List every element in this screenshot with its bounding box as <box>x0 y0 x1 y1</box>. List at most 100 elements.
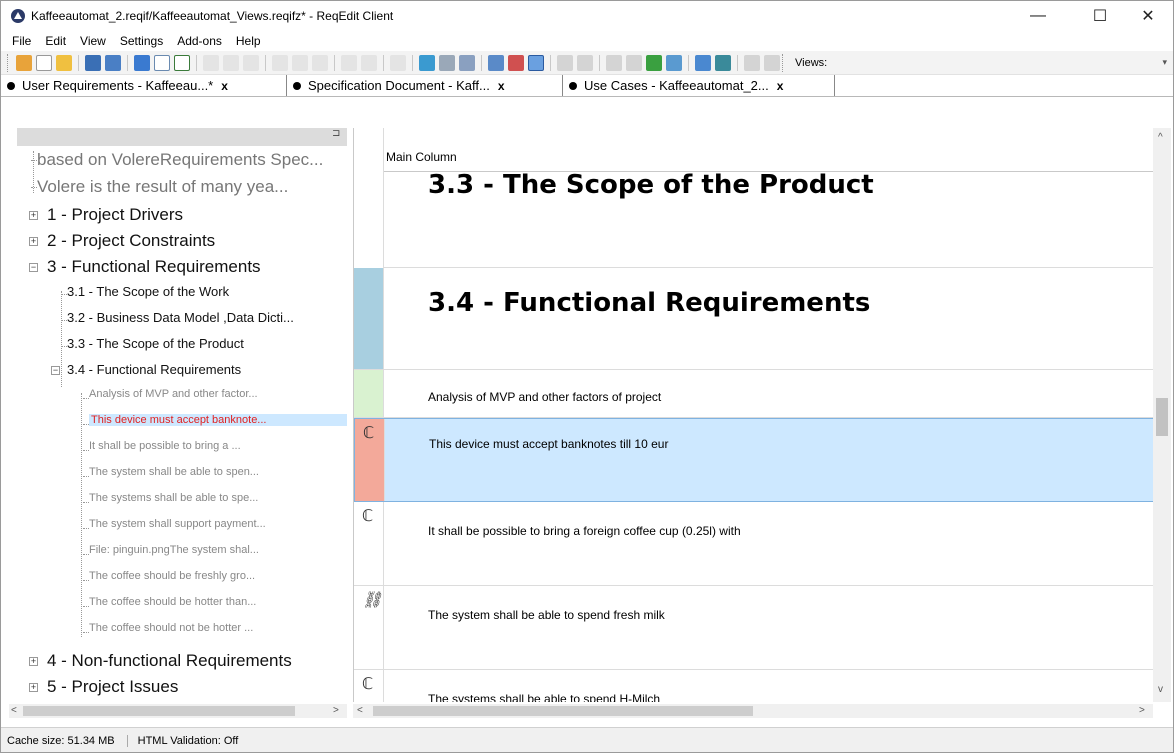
scroll-left-icon[interactable]: < <box>357 705 363 716</box>
italic-icon[interactable] <box>223 54 239 71</box>
layout-icon[interactable] <box>488 54 504 71</box>
tree-item[interactable]: Analysis of MVP and other factor... <box>89 388 258 400</box>
bullet-list-icon[interactable] <box>341 54 357 71</box>
tree-item[interactable]: It shall be possible to bring a ... <box>89 440 241 452</box>
export-icon[interactable] <box>626 54 642 71</box>
close-tab-icon[interactable]: x <box>221 79 228 93</box>
expand-icon[interactable]: + <box>29 211 38 220</box>
redo-arrow-icon[interactable] <box>646 54 662 71</box>
scroll-down-icon[interactable]: v <box>1158 684 1163 695</box>
expand-icon[interactable]: + <box>29 683 38 692</box>
tab-specification-document[interactable]: Specification Document - Kaff... x <box>287 75 563 96</box>
edit-pencil-icon[interactable] <box>134 54 150 71</box>
scroll-up-icon[interactable]: ^ <box>1158 132 1163 143</box>
pin-icon[interactable]: ⊐ <box>332 128 340 139</box>
requirement-row[interactable]: ⛓ The system shall be able to spend fresh… <box>354 586 1154 670</box>
tree-item[interactable]: 5 - Project Issues <box>47 677 178 697</box>
view-active-icon[interactable] <box>528 54 544 71</box>
close-window-button[interactable]: ✕ <box>1125 1 1171 31</box>
tree-item[interactable]: The system shall be able to spen... <box>89 466 259 478</box>
requirement-row[interactable]: ℂ The systems shall be able to spend H-Mi… <box>354 670 1154 702</box>
close-tab-icon[interactable]: x <box>498 79 505 93</box>
tree-item[interactable]: Volere is the result of many yea... <box>37 177 288 197</box>
tree-item[interactable]: 3 - Functional Requirements <box>47 257 261 277</box>
tree-item[interactable]: The coffee should be hotter than... <box>89 596 256 608</box>
filter-icon[interactable] <box>419 54 435 71</box>
scroll-right-icon[interactable]: > <box>1139 705 1145 716</box>
tree-item[interactable]: The coffee should be freshly gro... <box>89 570 255 582</box>
document-horizontal-scrollbar[interactable]: < > <box>353 704 1153 718</box>
tree-item[interactable]: The system shall support payment... <box>89 518 266 530</box>
superscript-icon[interactable] <box>292 54 308 71</box>
underline-icon[interactable] <box>243 54 259 71</box>
toolbar-overflow-icon[interactable]: ▾ <box>1162 57 1167 68</box>
save-icon[interactable] <box>85 54 101 71</box>
tree-item[interactable]: The coffee should not be hotter ... <box>89 622 253 634</box>
menu-addons[interactable]: Add-ons <box>170 34 229 48</box>
expand-icon[interactable]: + <box>29 237 38 246</box>
tree-item[interactable]: 3.4 - Functional Requirements <box>67 362 241 377</box>
tree-item[interactable]: File: pinguin.pngThe system shal... <box>89 544 259 556</box>
document-vertical-scrollbar[interactable]: ^ v <box>1153 128 1171 702</box>
search-icon[interactable] <box>695 54 711 71</box>
scroll-thumb[interactable] <box>23 706 295 716</box>
numbered-list-icon[interactable] <box>361 54 377 71</box>
requirement-row[interactable]: Analysis of MVP and other factors of pro… <box>354 370 1154 418</box>
link-icon[interactable]: ℂ <box>362 506 373 526</box>
tree-item[interactable]: 1 - Project Drivers <box>47 205 183 225</box>
table-icon[interactable] <box>390 54 406 71</box>
collapse-icon[interactable]: − <box>29 263 38 272</box>
tree-item[interactable]: based on VolereRequirements Spec... <box>37 150 323 170</box>
requirement-row[interactable]: ℂ It shall be possible to bring a foreign… <box>354 502 1154 586</box>
menu-file[interactable]: File <box>5 34 38 48</box>
column-header-label[interactable]: Main Column <box>386 150 457 164</box>
filter-gray-icon[interactable] <box>439 54 455 71</box>
columns-icon[interactable] <box>557 54 573 71</box>
menu-edit[interactable]: Edit <box>38 34 73 48</box>
tree-horizontal-scrollbar[interactable]: < > <box>9 704 347 718</box>
image-icon[interactable] <box>715 54 731 71</box>
panel-left-icon[interactable] <box>744 54 760 71</box>
menu-help[interactable]: Help <box>229 34 268 48</box>
menu-settings[interactable]: Settings <box>113 34 170 48</box>
scroll-thumb[interactable] <box>1156 398 1168 436</box>
tab-user-requirements[interactable]: User Requirements - Kaffeeau...* x <box>1 75 287 96</box>
checked-box-icon[interactable] <box>174 54 190 71</box>
requirement-row[interactable]: 3.4 - Functional Requirements <box>354 268 1154 370</box>
link-multi-icon[interactable]: ⛓ <box>362 590 382 610</box>
save-all-icon[interactable] <box>105 54 121 71</box>
minimize-button[interactable]: — <box>1015 1 1061 31</box>
tree-item[interactable]: 3.3 - The Scope of the Product <box>67 336 244 351</box>
tree-item[interactable]: 3.2 - Business Data Model ,Data Dicti... <box>67 310 294 325</box>
tree-item[interactable]: The systems shall be able to spe... <box>89 492 258 504</box>
expand-icon[interactable]: + <box>29 657 38 666</box>
tab-use-cases[interactable]: Use Cases - Kaffeeautomat_2... x <box>563 75 835 96</box>
outline-icon[interactable] <box>606 54 622 71</box>
requirement-row[interactable]: ℂ This device must accept banknotes till … <box>354 418 1154 502</box>
document-icon[interactable] <box>666 54 682 71</box>
scroll-right-icon[interactable]: > <box>333 705 339 716</box>
merge-icon[interactable] <box>577 54 593 71</box>
panel-right-icon[interactable] <box>764 54 780 71</box>
maximize-button[interactable]: ☐ <box>1077 1 1123 31</box>
new-project-icon[interactable] <box>16 54 32 71</box>
strikethrough-icon[interactable] <box>272 54 288 71</box>
toolbar-grip[interactable] <box>782 53 785 72</box>
tree-item[interactable]: 4 - Non-functional Requirements <box>47 651 292 671</box>
tree-item[interactable]: 3.1 - The Scope of the Work <box>67 284 229 299</box>
requirement-row[interactable]: 3.3 - The Scope of the Product <box>354 128 1154 268</box>
link-icon[interactable]: ℂ <box>363 423 374 443</box>
link-icon[interactable]: ℂ <box>362 674 373 694</box>
menu-view[interactable]: View <box>73 34 113 48</box>
close-tab-icon[interactable]: x <box>777 79 784 93</box>
filter-clear-icon[interactable] <box>459 54 475 71</box>
tree-item[interactable]: 2 - Project Constraints <box>47 231 215 251</box>
toolbar-grip[interactable] <box>7 53 10 72</box>
scroll-thumb[interactable] <box>373 706 753 716</box>
subscript-icon[interactable] <box>312 54 328 71</box>
tree-item[interactable]: This device must accept banknote... <box>89 414 347 426</box>
scroll-left-icon[interactable]: < <box>11 705 17 716</box>
bold-icon[interactable] <box>203 54 219 71</box>
checkbox-icon[interactable] <box>154 54 170 71</box>
link-tool-icon[interactable] <box>508 54 524 71</box>
